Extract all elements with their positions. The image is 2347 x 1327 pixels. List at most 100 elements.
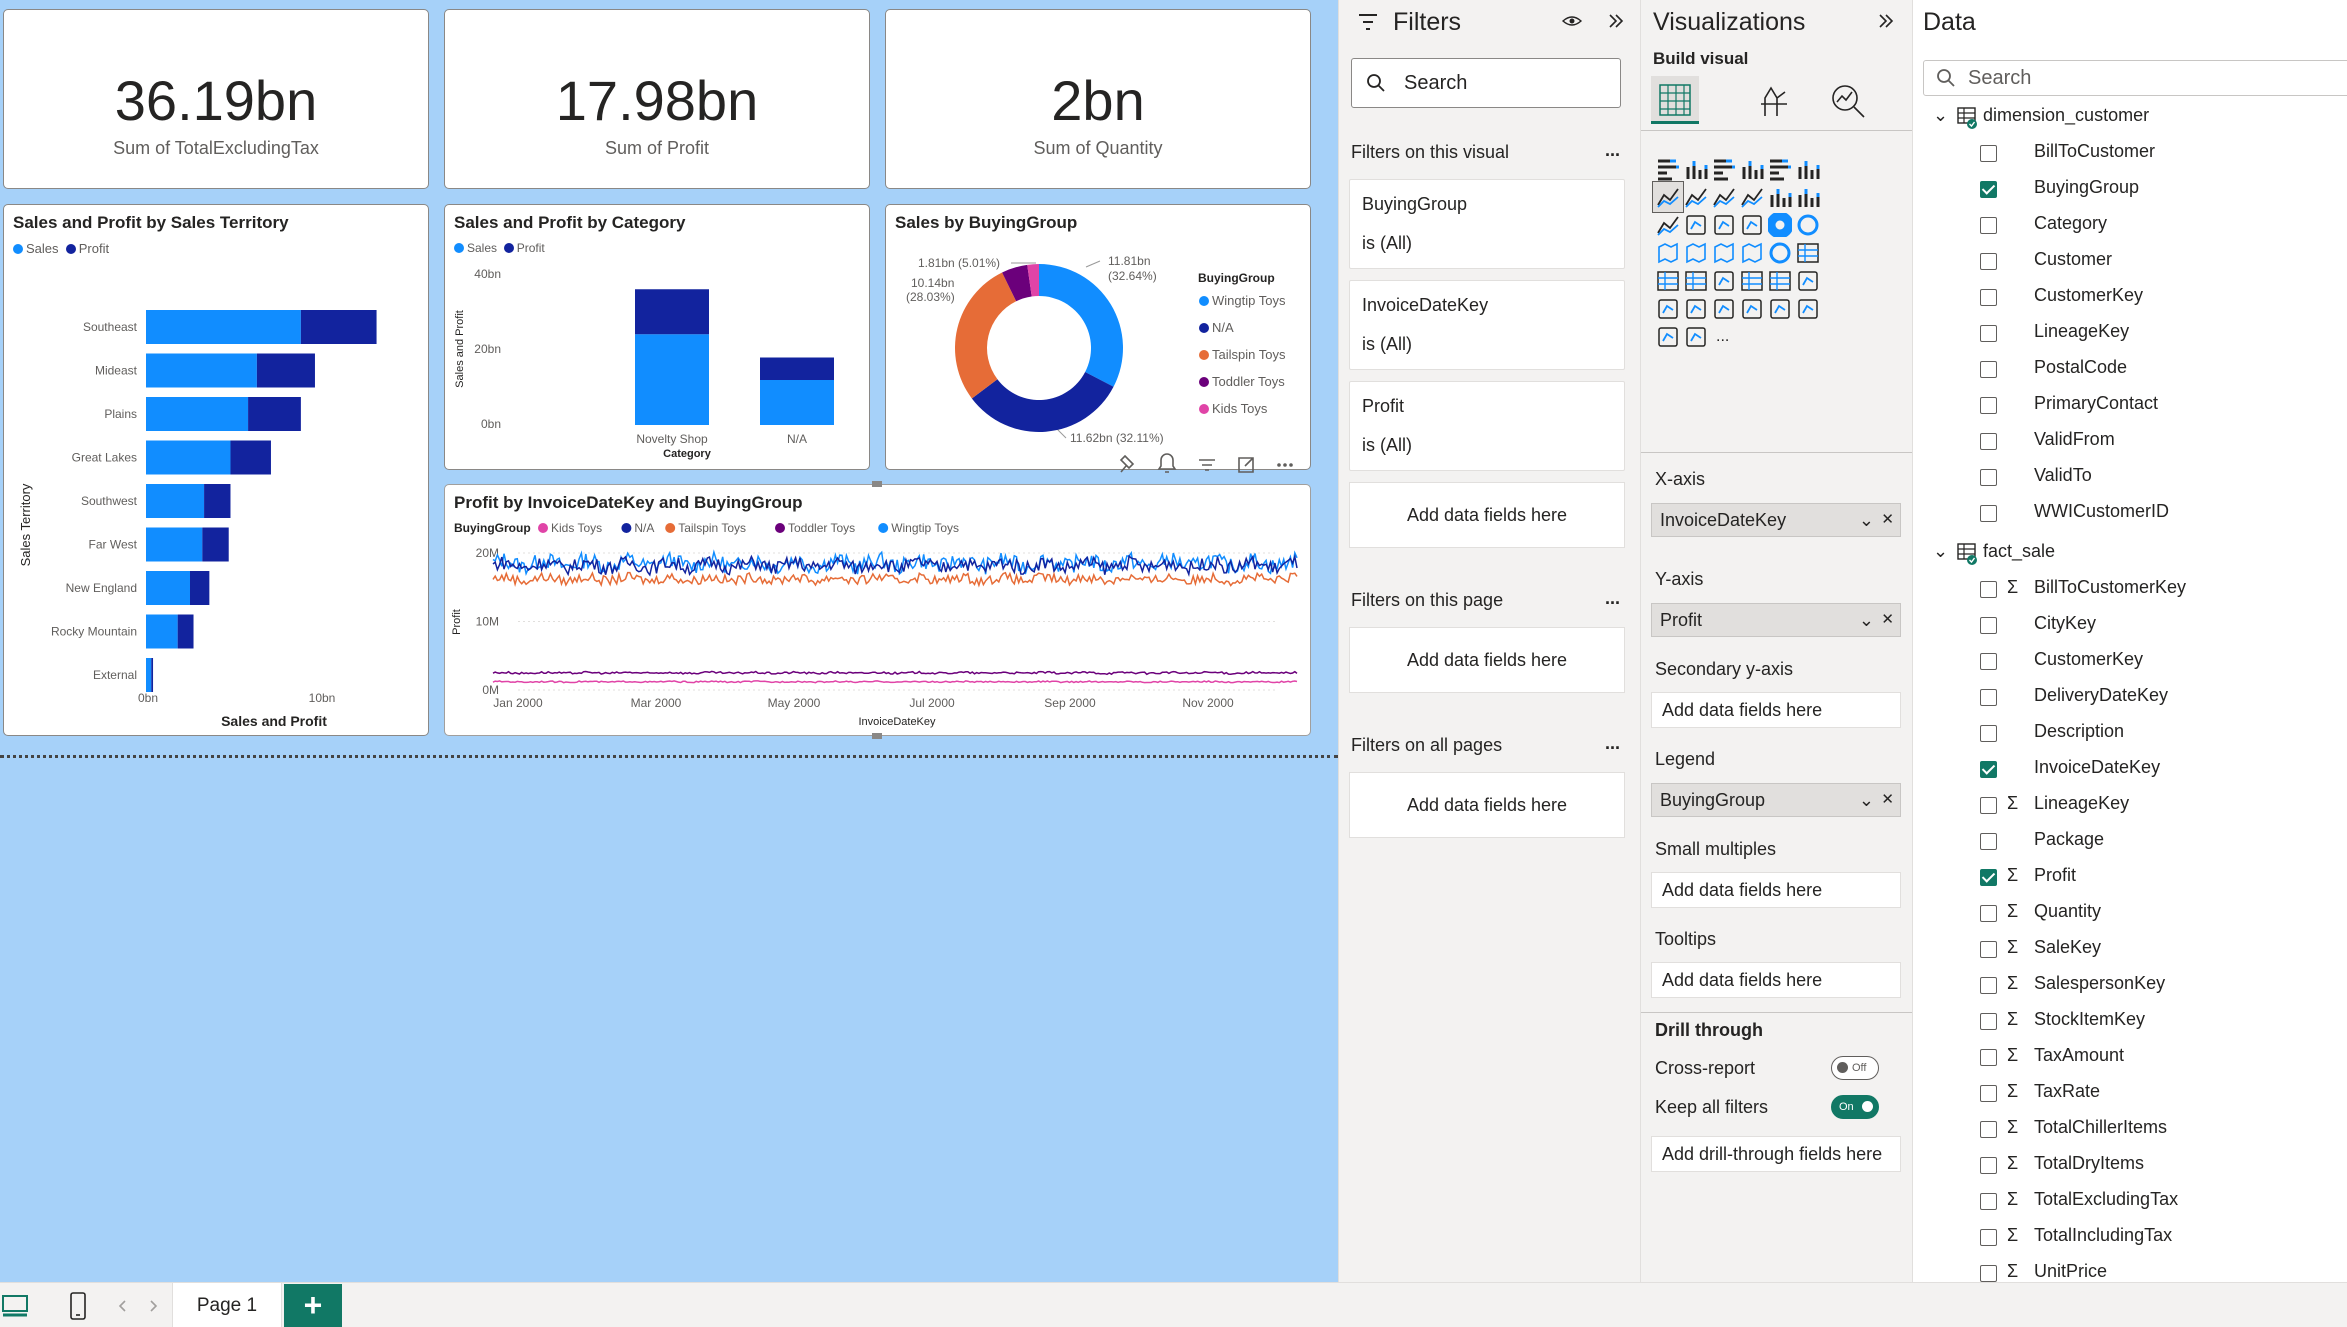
- category-column-chart[interactable]: Sales and Profit by Category Sales Profi…: [444, 204, 870, 470]
- bar-profit[interactable]: [151, 658, 154, 692]
- paginated-report-icon[interactable]: [1737, 294, 1767, 324]
- page-tab-page-1[interactable]: Page 1: [172, 1283, 282, 1327]
- x-axis-field-chip[interactable]: InvoiceDateKey ⌄ ✕: [1651, 503, 1901, 537]
- r-script-visual-icon[interactable]: [1793, 266, 1823, 296]
- funnel-chart-icon[interactable]: [1709, 210, 1739, 240]
- field-checkbox[interactable]: [1980, 941, 1997, 958]
- field-checkbox[interactable]: [1980, 1157, 1997, 1174]
- y-axis-field-chip[interactable]: Profit ⌄ ✕: [1651, 603, 1901, 637]
- field-row[interactable]: Σ TaxAmount: [1913, 1045, 2343, 1071]
- field-row[interactable]: LineageKey: [1913, 321, 2343, 347]
- clustered-bar-chart-icon[interactable]: [1709, 154, 1739, 184]
- field-checkbox[interactable]: [1980, 325, 1997, 342]
- add-visual-filter-field[interactable]: Add data fields here: [1349, 482, 1625, 548]
- treemap-icon[interactable]: [1653, 238, 1683, 268]
- field-checkbox[interactable]: [1980, 145, 1997, 162]
- cross-report-toggle[interactable]: Off: [1831, 1056, 1879, 1080]
- field-row[interactable]: Σ Quantity: [1913, 901, 2343, 927]
- alert-bell-icon[interactable]: [1157, 453, 1177, 473]
- field-row[interactable]: PrimaryContact: [1913, 393, 2343, 419]
- field-row[interactable]: CustomerKey: [1913, 285, 2343, 311]
- scatter-chart-icon[interactable]: [1737, 210, 1767, 240]
- map-icon[interactable]: [1681, 238, 1711, 268]
- collapse-filters-icon[interactable]: [1607, 12, 1625, 30]
- add-secondary-y-field[interactable]: Add data fields here: [1651, 692, 1901, 728]
- field-row[interactable]: Σ Profit: [1913, 865, 2343, 891]
- field-row[interactable]: Σ TotalIncludingTax: [1913, 1225, 2343, 1251]
- focus-mode-icon[interactable]: [1238, 457, 1254, 473]
- pin-icon[interactable]: [1119, 454, 1135, 473]
- field-row[interactable]: CustomerKey: [1913, 649, 2343, 675]
- bar-sales[interactable]: [146, 527, 203, 562]
- mobile-layout-icon[interactable]: [70, 1292, 86, 1320]
- slicer-icon[interactable]: [1709, 266, 1739, 296]
- field-row[interactable]: InvoiceDateKey: [1913, 757, 2343, 783]
- more-options-icon[interactable]: ...: [1605, 140, 1620, 161]
- add-all-pages-filter-field[interactable]: Add data fields here: [1349, 772, 1625, 838]
- field-checkbox[interactable]: [1980, 1121, 1997, 1138]
- chevron-down-icon[interactable]: ⌄: [1933, 105, 1948, 126]
- bar-sales[interactable]: [146, 440, 231, 475]
- field-row[interactable]: Customer: [1913, 249, 2343, 275]
- donut-slice[interactable]: [955, 272, 1017, 399]
- area-chart-icon[interactable]: [1681, 182, 1711, 212]
- filter-card-buyinggroup[interactable]: BuyingGroup is (All): [1349, 179, 1625, 269]
- line-and-stacked-column-chart-icon[interactable]: [1765, 182, 1795, 212]
- bar-profit[interactable]: [256, 353, 315, 388]
- field-row[interactable]: Package: [1913, 829, 2343, 855]
- decomposition-tree-icon[interactable]: [1653, 294, 1683, 324]
- more-visuals-icon[interactable]: ...: [1709, 322, 1739, 352]
- field-checkbox[interactable]: [1980, 505, 1997, 522]
- field-checkbox[interactable]: [1980, 725, 1997, 742]
- field-row[interactable]: CityKey: [1913, 613, 2343, 639]
- field-row[interactable]: Σ StockItemKey: [1913, 1009, 2343, 1035]
- remove-field-icon[interactable]: ✕: [1881, 604, 1894, 636]
- clustered-column-chart-icon[interactable]: [1737, 154, 1767, 184]
- collapse-visualizations-icon[interactable]: [1877, 12, 1895, 30]
- field-row[interactable]: Σ TotalExcludingTax: [1913, 1189, 2343, 1215]
- field-row[interactable]: WWICustomerID: [1913, 501, 2343, 527]
- filter-card-profit[interactable]: Profit is (All): [1349, 381, 1625, 471]
- table-node-dimension_customer[interactable]: ⌄ dimension_customer: [1913, 105, 2343, 131]
- field-checkbox[interactable]: [1980, 1013, 1997, 1030]
- bar-profit[interactable]: [204, 484, 231, 518]
- card-icon[interactable]: [1793, 238, 1823, 268]
- more-options-icon[interactable]: ...: [1605, 588, 1620, 609]
- bar-profit[interactable]: [177, 614, 194, 649]
- field-checkbox[interactable]: [1980, 1049, 1997, 1066]
- field-row[interactable]: Σ TaxRate: [1913, 1081, 2343, 1107]
- ribbon-chart-icon[interactable]: [1653, 210, 1683, 240]
- pie-chart-icon[interactable]: [1765, 210, 1795, 240]
- table-node-fact_sale[interactable]: ⌄ fact_sale: [1913, 541, 2343, 567]
- chevron-down-icon[interactable]: ⌄: [1859, 504, 1874, 536]
- line-series-toddler-toys[interactable]: [492, 670, 1298, 676]
- bar-profit[interactable]: [248, 397, 301, 431]
- buyinggroup-donut-chart[interactable]: Sales by BuyingGroup 1.81bn (5.01%) 10.1…: [885, 204, 1311, 470]
- chevron-down-icon[interactable]: ⌄: [1859, 784, 1874, 816]
- kpi-card-profit[interactable]: 17.98bn Sum of Profit: [444, 9, 870, 189]
- field-row[interactable]: PostalCode: [1913, 357, 2343, 383]
- line-series-kids-toys[interactable]: [492, 680, 1298, 684]
- field-checkbox[interactable]: [1980, 1265, 1997, 1282]
- filter-card-invoicedatekey[interactable]: InvoiceDateKey is (All): [1349, 280, 1625, 370]
- chevron-down-icon[interactable]: ⌄: [1859, 604, 1874, 636]
- column-profit[interactable]: [760, 357, 834, 381]
- field-row[interactable]: Σ TotalChillerItems: [1913, 1117, 2343, 1143]
- build-visual-tab[interactable]: [1651, 76, 1699, 124]
- field-checkbox[interactable]: [1980, 1085, 1997, 1102]
- field-row[interactable]: ValidFrom: [1913, 429, 2343, 455]
- bar-sales[interactable]: [146, 397, 249, 431]
- bar-sales[interactable]: [146, 484, 205, 518]
- bar-sales[interactable]: [146, 614, 178, 649]
- donut-chart-icon[interactable]: [1793, 210, 1823, 240]
- line-chart-icon[interactable]: [1652, 181, 1684, 213]
- field-checkbox[interactable]: [1980, 1193, 1997, 1210]
- bar-profit[interactable]: [300, 310, 377, 344]
- stacked-area-chart-icon[interactable]: [1709, 182, 1739, 212]
- kpi-icon[interactable]: [1681, 266, 1711, 296]
- format-visual-icon[interactable]: [1755, 82, 1793, 120]
- field-row[interactable]: BillToCustomer: [1913, 141, 2343, 167]
- stacked-column-chart-icon[interactable]: [1681, 154, 1711, 184]
- remove-field-icon[interactable]: ✕: [1881, 784, 1894, 816]
- field-checkbox[interactable]: [1980, 761, 1997, 778]
